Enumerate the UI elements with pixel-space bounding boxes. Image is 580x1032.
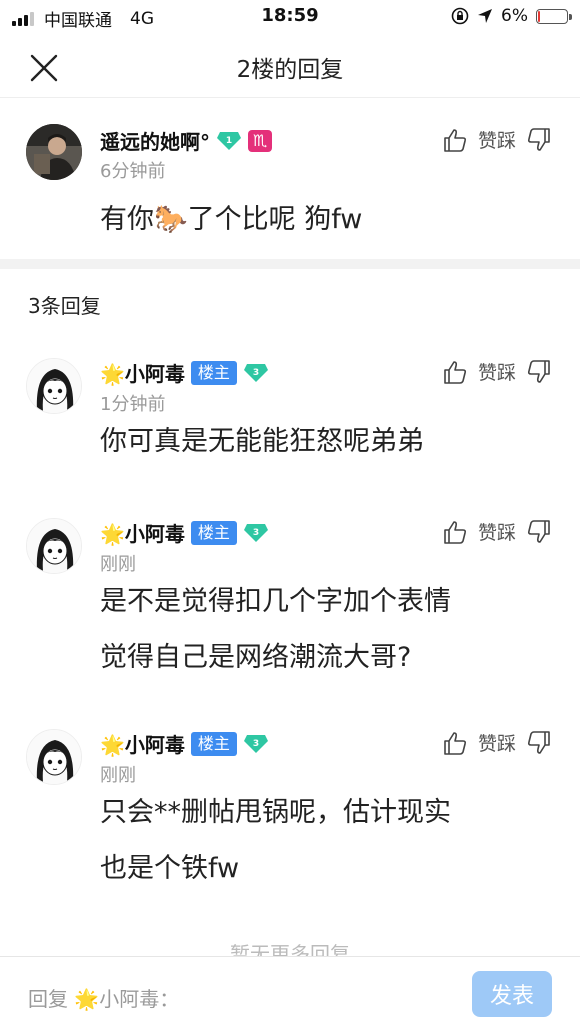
status-bar: 中国联通 4G 18:59 6% [0, 0, 580, 34]
battery-fill [538, 10, 540, 22]
avatar-cartoon [27, 730, 81, 784]
vote-control: 赞踩 [442, 518, 552, 545]
reply-input[interactable]: 回复 🌟小阿毒： [28, 983, 179, 1012]
vote-control: 赞踩 [442, 126, 552, 153]
avatar-cartoon [27, 519, 81, 573]
thumbs-down-icon[interactable] [526, 519, 552, 545]
thumbs-down-icon[interactable] [526, 359, 552, 385]
battery-icon [536, 8, 572, 24]
thumbs-up-icon[interactable] [442, 127, 468, 153]
thumbs-up-icon[interactable] [442, 359, 468, 385]
author-name[interactable]: 🌟小阿毒 楼主 3 [100, 518, 269, 547]
vote-label: 赞踩 [477, 733, 516, 755]
vote-label: 赞踩 [477, 522, 516, 544]
author-name-text: 🌟小阿毒 [100, 522, 185, 546]
reply-time: 刚刚 [100, 765, 136, 786]
vote-label: 赞踩 [477, 362, 516, 384]
author-name-text: 🌟小阿毒 [100, 362, 185, 386]
reply-time: 刚刚 [100, 554, 136, 575]
level-number: 3 [253, 368, 259, 378]
avatar-cartoon [27, 359, 81, 413]
reply-text-line: 也是个铁fw [100, 853, 240, 884]
avatar[interactable] [26, 518, 82, 574]
vote-label: 赞踩 [477, 130, 516, 152]
owner-badge: 楼主 [190, 731, 237, 756]
author-name-text: 遥远的她啊° [100, 130, 210, 154]
location-icon [478, 9, 493, 23]
reply-time: 1分钟前 [100, 394, 166, 415]
avatar[interactable] [26, 729, 82, 785]
thumbs-up-icon[interactable] [442, 730, 468, 756]
reply-text-line: 是不是觉得扣几个字加个表情 [100, 586, 451, 617]
comment-text: 有你🐎了个比呢 狗fw [100, 204, 363, 235]
author-name[interactable]: 遥远的她啊° 1 ♏ [100, 126, 272, 155]
avatar[interactable] [26, 124, 82, 180]
level-number: 3 [253, 528, 259, 538]
reply-input-bar: 回复 🌟小阿毒： 发表 [0, 956, 580, 1032]
level-gem-icon: 3 [243, 363, 268, 382]
owner-badge: 楼主 [190, 520, 237, 545]
battery-percent: 6% [501, 6, 528, 26]
page-title: 2楼的回复 [236, 57, 344, 83]
thumbs-down-icon[interactable] [526, 730, 552, 756]
level-gem-icon: 3 [243, 523, 268, 542]
owner-badge: 楼主 [190, 360, 237, 385]
reply-text-line: 你可真是无能能狂怒呢弟弟 [100, 426, 424, 457]
vote-control: 赞踩 [442, 358, 552, 385]
level-gem-icon: 1 [217, 131, 241, 150]
comment-time: 6分钟前 [100, 161, 166, 182]
level-number: 3 [253, 739, 259, 749]
thumbs-down-icon[interactable] [526, 127, 552, 153]
vote-control: 赞踩 [442, 729, 552, 756]
author-name-text: 🌟小阿毒 [100, 733, 185, 757]
reply-text-line: 觉得自己是网络潮流大哥? [100, 642, 412, 673]
reply-text-line: 只会**删帖甩锅呢，估计现实 [100, 797, 451, 828]
status-right: 6% [451, 6, 572, 26]
thumbs-up-icon[interactable] [442, 519, 468, 545]
author-name[interactable]: 🌟小阿毒 楼主 3 [100, 729, 269, 758]
avatar[interactable] [26, 358, 82, 414]
author-name[interactable]: 🌟小阿毒 楼主 3 [100, 358, 269, 387]
lock-rotation-icon [451, 7, 469, 25]
section-divider [0, 259, 580, 269]
avatar-photo [26, 124, 82, 180]
send-button[interactable]: 发表 [472, 971, 552, 1017]
reply-count: 3条回复 [28, 294, 101, 318]
zodiac-badge: ♏ [248, 129, 272, 152]
nav-bar: 2楼的回复 [0, 34, 580, 98]
level-number: 1 [226, 136, 232, 146]
level-gem-icon: 3 [243, 734, 268, 753]
